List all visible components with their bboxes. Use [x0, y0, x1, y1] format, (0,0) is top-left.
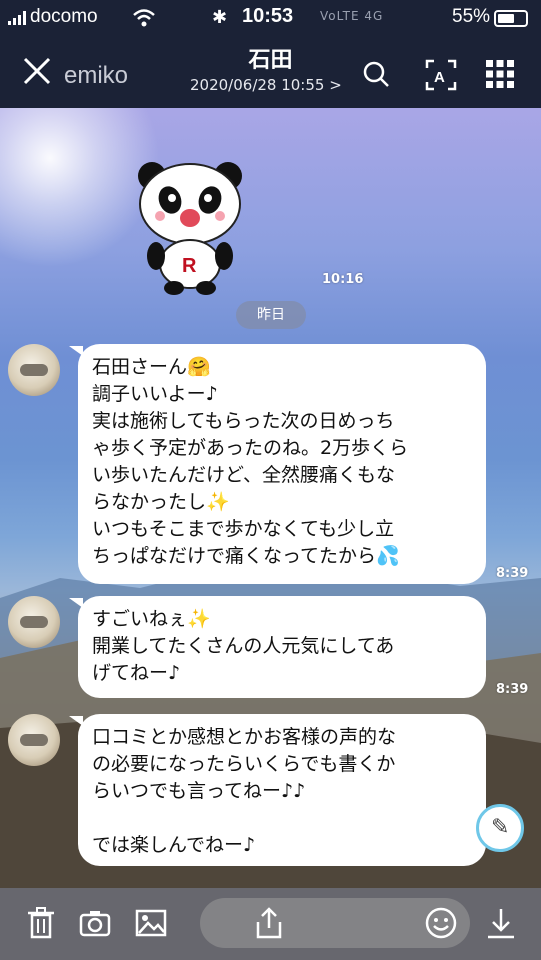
- message-line: すごいねぇ✨: [92, 608, 211, 630]
- message-line: ちっぱなだけで痛くなってたから💦: [92, 545, 400, 567]
- trash-icon[interactable]: [24, 906, 58, 940]
- message-bubble[interactable]: すごいねぇ✨ 開業してたくさんの人元気にしてあ げてねー♪: [69, 596, 486, 698]
- svg-text:A: A: [434, 69, 445, 86]
- translate-icon[interactable]: A: [424, 58, 458, 92]
- image-icon[interactable]: [134, 906, 168, 940]
- message-line: らいつでも言ってねー♪♪: [92, 780, 306, 802]
- message-line: 調子いいよー♪: [92, 383, 218, 405]
- message-line: の必要になったらいくらでも書くか: [92, 753, 396, 775]
- message-line: [92, 805, 472, 832]
- download-icon[interactable]: [484, 906, 518, 940]
- search-icon[interactable]: [362, 60, 390, 88]
- status-bar: docomo ✱ 10:53 VoLTE 4G 55%: [0, 0, 541, 36]
- message-line: 開業してたくさんの人元気にしてあ: [92, 635, 395, 657]
- message-line: いつもそこまで歩かなくても少し立: [92, 518, 395, 540]
- chat-title: 石田: [248, 48, 293, 73]
- message-time: 8:39: [496, 682, 529, 697]
- bluetooth-icon: ✱: [212, 7, 228, 28]
- message-line: 実は施術してもらった次の日めっち: [92, 410, 395, 432]
- battery-icon: [494, 10, 528, 27]
- svg-text:R: R: [182, 255, 197, 277]
- edit-icon: ✎: [491, 815, 510, 840]
- message-line: では楽しんでねー♪: [92, 834, 256, 856]
- emoji-icon[interactable]: [424, 906, 458, 940]
- message-time: 8:39: [496, 566, 529, 581]
- message-time: 10:16: [322, 272, 364, 287]
- carrier-label: docomo: [30, 6, 98, 27]
- camera-icon[interactable]: [78, 906, 112, 940]
- message-line: ゃ歩く予定があったのね。2万歩くら: [92, 437, 409, 459]
- signal-icon: [8, 11, 26, 25]
- edit-button[interactable]: ✎: [476, 804, 524, 852]
- message-line: 石田さーん🤗: [92, 356, 211, 378]
- bottom-toolbar: [0, 888, 541, 960]
- message-bubble[interactable]: 石田さーん🤗 調子いいよー♪ 実は施術してもらった次の日めっち ゃ歩く予定があっ…: [69, 344, 486, 584]
- share-icon[interactable]: [252, 906, 286, 940]
- battery-percent: 55%: [452, 6, 491, 27]
- message-bubble[interactable]: 口コミとか感想とかお客様の声的な の必要になったらいくらでも書くか らいつでも言…: [69, 714, 486, 866]
- message-line: い歩いたんだけど、全然腰痛くもな: [92, 464, 396, 486]
- avatar[interactable]: [8, 714, 60, 766]
- panda-sticker[interactable]: R: [130, 156, 250, 296]
- avatar[interactable]: [8, 344, 60, 396]
- wifi-icon: [133, 9, 155, 27]
- chat-area[interactable]: R 10:16 昨日 石田さーん🤗 調子いいよー♪ 実は施術してもらった次の日め…: [0, 108, 541, 888]
- avatar[interactable]: [8, 596, 60, 648]
- network-indicators: VoLTE 4G: [320, 9, 384, 23]
- chat-header: emiko 石田 2020/06/28 10:55 > A: [0, 36, 541, 108]
- message-line: 口コミとか感想とかお客様の声的な: [92, 726, 397, 748]
- message-line: らなかったし✨: [92, 491, 230, 513]
- chat-subtitle[interactable]: 2020/06/28 10:55 >: [190, 76, 342, 94]
- date-divider: 昨日: [236, 301, 306, 329]
- message-line: げてねー♪: [92, 662, 181, 684]
- clock: 10:53: [242, 5, 294, 27]
- menu-grid-icon[interactable]: [484, 58, 516, 90]
